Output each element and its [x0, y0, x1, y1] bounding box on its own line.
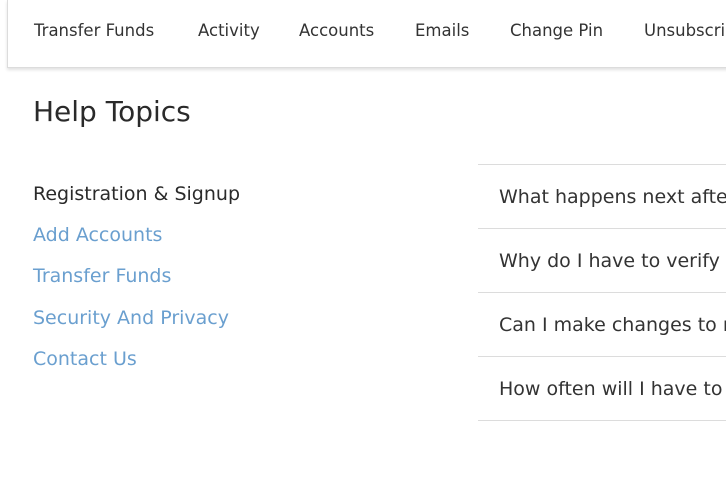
faq-item[interactable]: Can I make changes to m — [478, 293, 726, 357]
nav-item-transfer-funds[interactable]: Transfer Funds — [34, 21, 154, 40]
nav-item-emails[interactable]: Emails — [415, 21, 469, 40]
topic-add-accounts[interactable]: Add Accounts — [33, 224, 162, 246]
nav-item-activity[interactable]: Activity — [198, 21, 260, 40]
top-navigation: Transfer Funds Activity Accounts Emails … — [7, 0, 726, 68]
topic-transfer-funds[interactable]: Transfer Funds — [33, 265, 171, 287]
faq-item[interactable]: Why do I have to verify m — [478, 229, 726, 293]
faq-item[interactable]: How often will I have to v — [478, 357, 726, 421]
nav-item-accounts[interactable]: Accounts — [299, 21, 374, 40]
page-title: Help Topics — [33, 95, 191, 128]
topic-security-privacy[interactable]: Security And Privacy — [33, 307, 229, 329]
nav-item-change-pin[interactable]: Change Pin — [510, 21, 603, 40]
nav-item-unsubscribe[interactable]: Unsubscri — [644, 21, 725, 40]
topic-registration-signup[interactable]: Registration & Signup — [33, 183, 240, 205]
topic-contact-us[interactable]: Contact Us — [33, 348, 137, 370]
faq-item[interactable]: What happens next after — [478, 165, 726, 229]
faq-list: What happens next after Why do I have to… — [478, 164, 726, 421]
